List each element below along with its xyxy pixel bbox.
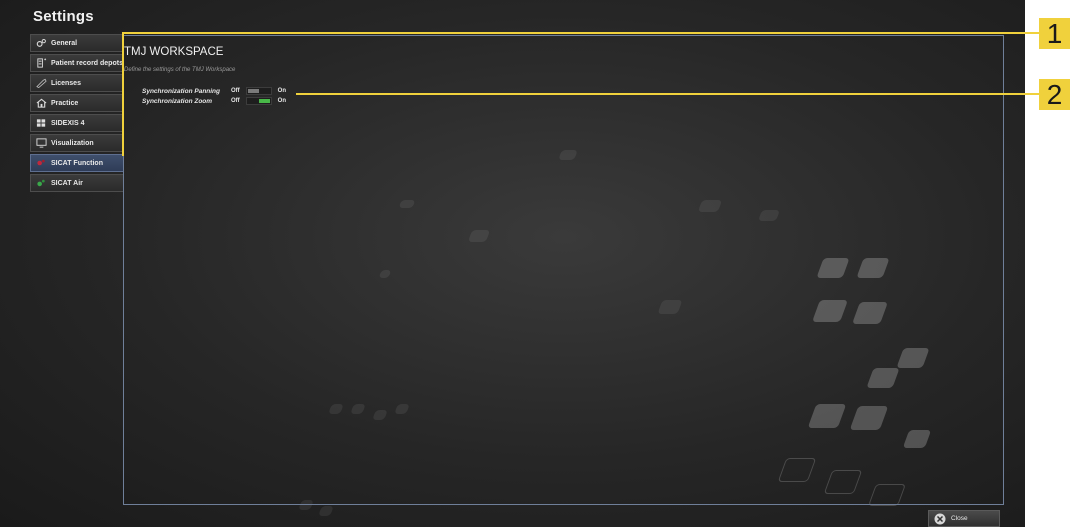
window-title: Settings	[33, 8, 94, 25]
synchronization-panning-toggle[interactable]	[245, 87, 272, 95]
sidebar-item-label: SIDEXIS 4	[51, 119, 85, 127]
settings-sidebar: General Patient record depots Licenses P…	[30, 34, 124, 194]
panel-subtitle: Define the settings of the TMJ Workspace	[124, 67, 236, 73]
setting-synchronization-zoom: Synchronization Zoom Off On	[142, 96, 286, 106]
toggle-knob	[258, 99, 270, 103]
sidebar-item-label: SICAT Air	[51, 179, 83, 187]
sidebar-item-label: Visualization	[51, 139, 94, 147]
sidebar-item-label: Practice	[51, 99, 79, 107]
sidebar-item-sicat-air[interactable]: SICAT Air	[30, 174, 124, 192]
sidexis-icon	[35, 118, 47, 128]
gears-icon	[35, 38, 47, 48]
callout-1-badge: 1	[1039, 18, 1070, 49]
sidebar-item-general[interactable]: General	[30, 34, 124, 52]
callout-1-line	[122, 32, 1040, 34]
callout-2-badge: 2	[1039, 79, 1070, 110]
sidebar-item-label: Licenses	[51, 79, 81, 87]
on-label: On	[277, 88, 287, 94]
tmj-workspace-panel: TMJ WORKSPACE Define the settings of the…	[123, 35, 1004, 505]
callout-1-leader	[122, 32, 124, 156]
house-icon	[35, 98, 47, 108]
settings-window: Settings General Patient record depots L…	[0, 0, 1025, 527]
sidebar-item-label: SICAT Function	[51, 159, 103, 167]
sidebar-item-visualization[interactable]: Visualization	[30, 134, 124, 152]
monitor-icon	[35, 138, 47, 148]
synchronization-zoom-toggle[interactable]	[245, 97, 272, 105]
close-button[interactable]: Close	[928, 510, 1000, 527]
close-label: Close	[951, 515, 968, 522]
toggle-knob	[247, 89, 259, 93]
setting-label: Synchronization Panning	[142, 87, 221, 95]
close-icon	[934, 513, 946, 524]
sidebar-item-patient-record-depots[interactable]: Patient record depots	[30, 54, 124, 72]
sidebar-item-label: Patient record depots	[51, 59, 123, 67]
off-label: Off	[231, 88, 240, 94]
key-icon	[35, 78, 47, 88]
sidebar-item-practice[interactable]: Practice	[30, 94, 124, 112]
panel-heading: TMJ WORKSPACE	[124, 46, 224, 58]
on-label: On	[277, 98, 287, 104]
sicat-function-icon	[35, 158, 47, 168]
sicat-air-icon	[35, 178, 47, 188]
sidebar-item-label: General	[51, 39, 78, 47]
sidebar-item-sicat-function[interactable]: SICAT Function	[30, 154, 124, 172]
background-decoration	[318, 506, 334, 516]
off-label: Off	[231, 98, 240, 104]
sidebar-item-licenses[interactable]: Licenses	[30, 74, 124, 92]
setting-label: Synchronization Zoom	[142, 97, 213, 105]
sidebar-item-sidexis[interactable]: SIDEXIS 4	[30, 114, 124, 132]
callout-2-line	[296, 93, 1040, 95]
server-icon	[35, 58, 47, 68]
setting-synchronization-panning: Synchronization Panning Off On	[142, 86, 286, 96]
